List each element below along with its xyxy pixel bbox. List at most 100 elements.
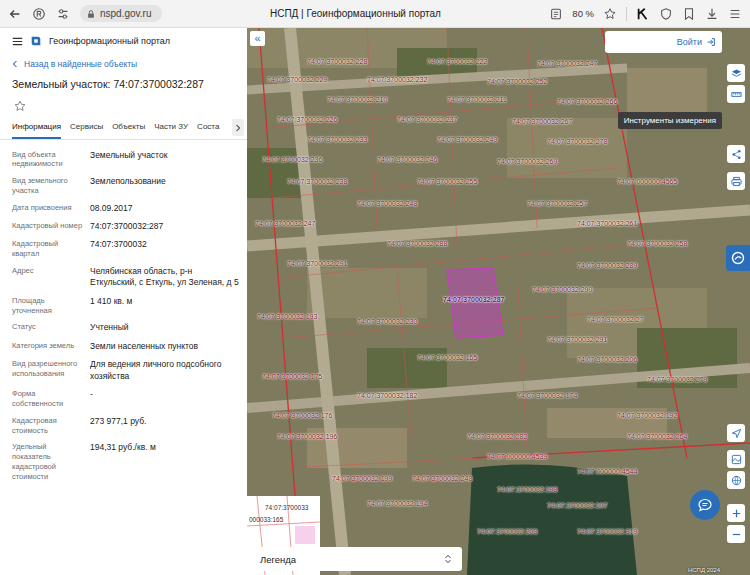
legend-dropdown[interactable]: Легенда	[250, 547, 462, 571]
shield-icon[interactable]	[659, 7, 673, 21]
parcel-label[interactable]: 74:07:3700032:269	[497, 158, 557, 165]
parcel-label[interactable]: 74:07:3700032:237	[397, 116, 457, 123]
locate-button[interactable]	[727, 424, 745, 442]
parcel-label[interactable]: 74:07:3700032:165	[417, 354, 477, 361]
map-tools	[727, 424, 745, 442]
parcel-label[interactable]: 74:07:000000:4565	[617, 178, 677, 185]
parcel-label[interactable]: 74:07:3700032:197	[547, 502, 607, 509]
hamburger-icon[interactable]	[12, 36, 23, 47]
parcel-label[interactable]: 74:07:3700032:247	[537, 60, 597, 67]
extension-icon[interactable]	[32, 7, 46, 21]
parcel-label[interactable]: 74:07:3700032:264	[627, 433, 687, 440]
tab[interactable]: Объекты	[112, 116, 145, 139]
info-value: 74:07:3700032:287	[90, 221, 239, 232]
parcel-label[interactable]: 74:07:3700032:257	[527, 200, 587, 207]
tabs-scroll-button[interactable]	[232, 119, 244, 136]
parcel-label[interactable]: 74:07:3700032:290	[532, 286, 592, 293]
parcel-label[interactable]: 74:07:3700032:193	[257, 313, 317, 320]
info-label: Площадь уточненная	[12, 296, 84, 316]
parcel-label[interactable]: 74:07:3700032:261	[577, 220, 637, 227]
parcel-label[interactable]: 74:07:3700032:192	[617, 412, 677, 419]
app-body: Геоинформационный портал Назад в найденн…	[0, 28, 750, 575]
parcel-label[interactable]: 74:07:3700032:238	[287, 178, 347, 185]
zoom-level[interactable]: 80 %	[572, 8, 594, 19]
globe-button[interactable]	[727, 471, 745, 489]
map[interactable]: 74:07:3700032:228 74:07:3700032:222 74:07:…	[247, 28, 750, 575]
services-tab[interactable]	[726, 245, 750, 271]
parcel-label[interactable]: 74:07:3700032:233	[307, 136, 367, 143]
print-button[interactable]	[727, 172, 745, 190]
parcel-label[interactable]: 74:07:3700032:319	[577, 528, 637, 535]
parcel-label[interactable]: 74:07:3700032:194	[367, 500, 427, 507]
parcel-label[interactable]: 74:07:3700032:279	[647, 376, 707, 383]
parcel-label[interactable]: 74:07:3700032:196	[277, 433, 337, 440]
parcel-label[interactable]: 74:07:3700032:182	[357, 392, 417, 399]
back-link[interactable]: Назад в найденные объекты	[0, 53, 247, 73]
kaspersky-logo-icon[interactable]	[636, 7, 650, 21]
parcel-label[interactable]: 74:07:3700032:206	[577, 356, 637, 363]
parcel-label[interactable]: 74:07:3700032:174	[517, 392, 577, 399]
parcel-label[interactable]: 74:07:3700032:248	[357, 200, 417, 207]
zoom-in-button[interactable]	[727, 504, 745, 522]
parcel-label[interactable]: 74:07:3700032:267	[512, 118, 572, 125]
tab[interactable]: Сервисы	[70, 116, 103, 139]
parcel-label[interactable]: 74:07:3700032:229	[267, 76, 327, 83]
parcel-label[interactable]: 74:07:3700032:282	[467, 433, 527, 440]
parcel-label[interactable]: 74:07:3700032:258	[627, 240, 687, 247]
parcel-label[interactable]: 74:07:3700032:291	[547, 336, 607, 343]
share-button[interactable]	[727, 145, 745, 163]
download-icon[interactable]	[705, 7, 719, 21]
plus-icon	[731, 508, 742, 519]
login-button[interactable]: Войти	[605, 31, 722, 53]
parcel-label[interactable]: 74:07:3700032:287	[443, 296, 505, 303]
parcel-label[interactable]: 74:07:3700032:247	[255, 220, 315, 227]
parcel-label[interactable]: 74:07:3700032:232	[367, 76, 427, 83]
measure-button[interactable]	[727, 85, 745, 103]
parcel-label[interactable]: 74:07:3700032:246	[377, 156, 437, 163]
reader-icon[interactable]	[549, 7, 563, 21]
parcel-label[interactable]: 74:07:3700032:289	[577, 262, 637, 269]
parcel-label[interactable]: 74:07:3700032:230	[357, 318, 417, 325]
parcel-label[interactable]: 74:07:3700032:211	[447, 96, 507, 103]
parcel-label[interactable]: 74:07:3700032:203	[477, 528, 537, 535]
tab[interactable]: Информация	[12, 116, 61, 139]
parcel-label[interactable]: 74:07:3700032:27	[587, 316, 643, 323]
tab[interactable]: Части ЗУ	[154, 116, 188, 139]
parcel-label[interactable]: 74:07:3700032:175	[262, 373, 322, 380]
parcel-label[interactable]: 74:07:3700032:278	[547, 138, 607, 145]
chevron-right-icon	[235, 124, 241, 132]
parcel-label[interactable]: 74:07:3700032:176	[272, 412, 332, 419]
parcel-label[interactable]: 74:07:3700032:226	[277, 116, 337, 123]
menu-icon[interactable]	[728, 7, 742, 21]
basemap-button[interactable]	[727, 450, 745, 468]
parcel-label[interactable]: 74:07:3700032:291	[287, 260, 347, 267]
parcel-label[interactable]: 74:07:3700032:199	[332, 475, 392, 482]
parcel-label[interactable]: 74:07:3700032:266	[557, 98, 617, 105]
minus-icon	[731, 529, 742, 540]
share-icon	[731, 149, 742, 160]
favorite-star-icon[interactable]	[14, 100, 26, 112]
parcel-label[interactable]: 74:07:3700032:228	[307, 58, 367, 65]
collapse-panel-button[interactable]: «	[250, 31, 265, 46]
tab[interactable]: Соста	[197, 116, 219, 139]
parcel-label[interactable]: 74:07:3700032:255	[417, 178, 477, 185]
parcel-label[interactable]: 74:07:3700032:236	[262, 156, 322, 163]
parcel-label[interactable]: 74:07:3700032:249	[437, 136, 497, 143]
layers-button[interactable]	[727, 64, 745, 82]
parcel-label[interactable]: 74:07:000000:4544	[577, 468, 637, 475]
parcel-label[interactable]: 74:07:3700032:198	[497, 486, 557, 493]
address-bar[interactable]: nspd.gov.ru	[80, 5, 162, 22]
bookmark-star-icon[interactable]	[603, 7, 617, 21]
info-label: Кадастровый номер	[12, 221, 84, 232]
back-arrow-icon[interactable]	[8, 7, 22, 21]
parcel-label[interactable]: 74:07:000000:4539	[487, 453, 547, 460]
parcel-label[interactable]: 74:07:3700032:252	[487, 78, 547, 85]
bookmarks-icon[interactable]	[682, 7, 696, 21]
parcel-label[interactable]: 74:07:3700032:210	[327, 96, 387, 103]
parcel-label[interactable]: 74:07:3700032:288	[387, 240, 447, 247]
parcel-label[interactable]: 74:07:3700032:222	[427, 58, 487, 65]
settings-sliders-icon[interactable]	[56, 7, 70, 21]
zoom-out-button[interactable]	[727, 525, 745, 543]
chat-button[interactable]	[690, 490, 720, 520]
parcel-label[interactable]: 74:07:3700032:248	[412, 475, 472, 482]
